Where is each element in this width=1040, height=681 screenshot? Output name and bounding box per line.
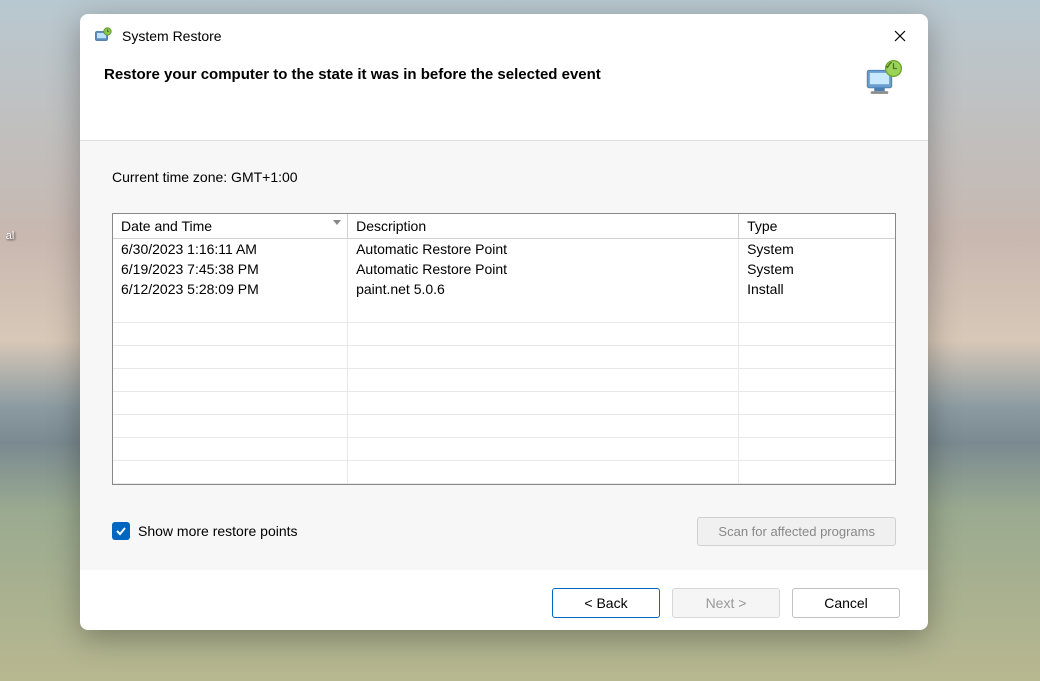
show-more-label: Show more restore points bbox=[138, 523, 298, 539]
dialog-heading: Restore your computer to the state it wa… bbox=[104, 66, 862, 83]
show-more-checkbox[interactable] bbox=[112, 522, 130, 540]
bottom-controls: Show more restore points Scan for affect… bbox=[112, 517, 896, 546]
table-row-empty bbox=[113, 345, 895, 368]
window-title: System Restore bbox=[122, 28, 882, 44]
dialog-header: Restore your computer to the state it wa… bbox=[80, 58, 928, 140]
column-header-date[interactable]: Date and Time bbox=[113, 214, 348, 239]
cell-type: System bbox=[739, 239, 895, 260]
table-row-empty bbox=[113, 414, 895, 437]
system-restore-dialog: System Restore Restore your computer to … bbox=[80, 14, 928, 630]
column-header-type[interactable]: Type bbox=[739, 214, 895, 239]
back-button[interactable]: < Back bbox=[552, 588, 660, 618]
table-row-empty bbox=[113, 368, 895, 391]
cell-description: paint.net 5.0.6 bbox=[348, 279, 739, 299]
column-header-description[interactable]: Description bbox=[348, 214, 739, 239]
title-bar: System Restore bbox=[80, 14, 928, 58]
desktop-icons: al bbox=[0, 230, 20, 290]
restore-points-table: Date and Time Description Type 6/30/2023… bbox=[112, 213, 896, 485]
button-bar: < Back Next > Cancel bbox=[80, 570, 928, 630]
cell-type: System bbox=[739, 259, 895, 279]
next-button[interactable]: Next > bbox=[672, 588, 780, 618]
table-row[interactable]: 6/30/2023 1:16:11 AM Automatic Restore P… bbox=[113, 239, 895, 260]
scan-affected-programs-button[interactable]: Scan for affected programs bbox=[697, 517, 896, 546]
table-row-empty bbox=[113, 322, 895, 345]
table-row-empty bbox=[113, 460, 895, 483]
table-row[interactable]: 6/12/2023 5:28:09 PM paint.net 5.0.6 Ins… bbox=[113, 279, 895, 299]
cancel-button[interactable]: Cancel bbox=[792, 588, 900, 618]
cell-date: 6/30/2023 1:16:11 AM bbox=[113, 239, 348, 260]
table-row-empty bbox=[113, 299, 895, 322]
table-row[interactable]: 6/19/2023 7:45:38 PM Automatic Restore P… bbox=[113, 259, 895, 279]
cell-date: 6/12/2023 5:28:09 PM bbox=[113, 279, 348, 299]
close-button[interactable] bbox=[882, 22, 918, 50]
table-row-empty bbox=[113, 437, 895, 460]
cell-type: Install bbox=[739, 279, 895, 299]
cell-description: Automatic Restore Point bbox=[348, 239, 739, 260]
timezone-label: Current time zone: GMT+1:00 bbox=[112, 169, 896, 185]
system-restore-icon bbox=[94, 27, 112, 45]
cell-description: Automatic Restore Point bbox=[348, 259, 739, 279]
restore-computer-icon bbox=[862, 58, 904, 100]
dialog-content: Current time zone: GMT+1:00 Date and Tim… bbox=[80, 140, 928, 570]
table-row-empty bbox=[113, 391, 895, 414]
show-more-checkbox-wrapper[interactable]: Show more restore points bbox=[112, 522, 298, 540]
cell-date: 6/19/2023 7:45:38 PM bbox=[113, 259, 348, 279]
desktop-icon[interactable]: al bbox=[0, 230, 20, 290]
